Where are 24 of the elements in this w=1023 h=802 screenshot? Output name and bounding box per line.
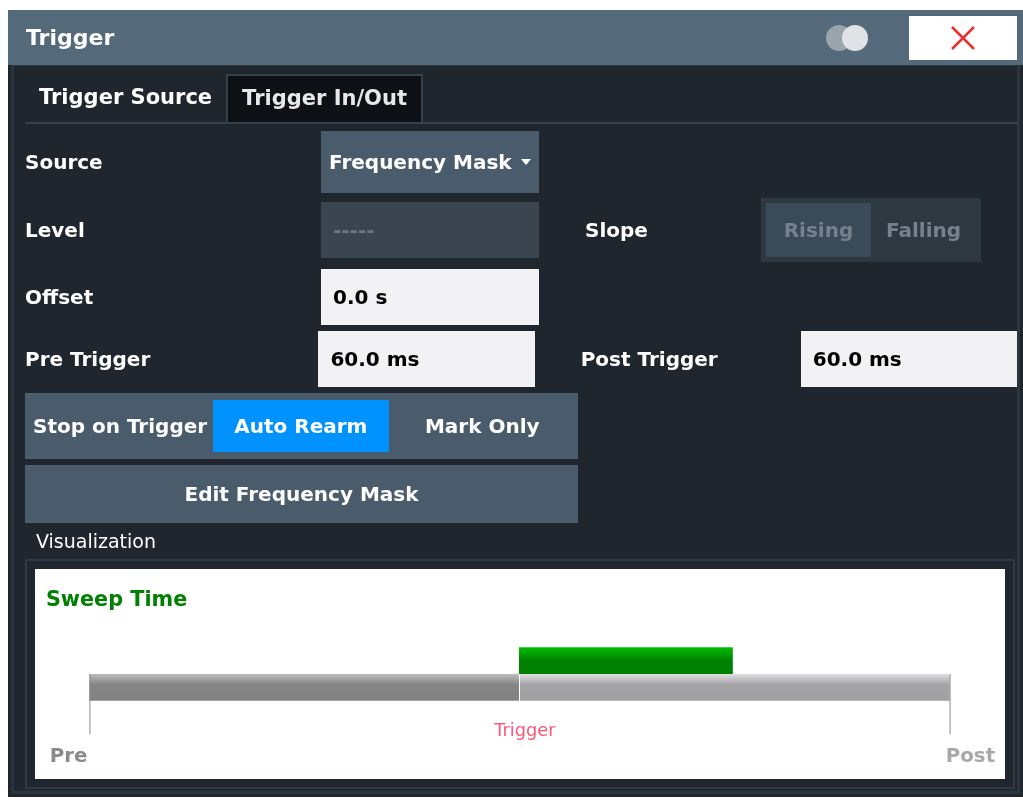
tab[interactable]: Trigger In/Out	[226, 74, 423, 122]
field-label: Pre Trigger	[25, 346, 151, 373]
chart-title: Sweep Time	[45, 586, 188, 611]
mode-option[interactable]: Mark Only	[394, 400, 570, 452]
field-label: Slope	[585, 217, 648, 244]
toggle-icon[interactable]	[825, 23, 871, 52]
input-field[interactable]: 60.0 ms	[800, 331, 1017, 387]
field-label: Level	[25, 217, 85, 244]
start-label: Pre	[49, 744, 88, 768]
edit-frequency-mask-button[interactable]: Edit Frequency Mask	[25, 465, 578, 523]
end-label: Post	[945, 744, 996, 768]
close-icon	[949, 23, 977, 52]
section-label: Visualization	[36, 529, 157, 553]
caret-icon	[521, 159, 531, 165]
field-label: Offset	[25, 284, 94, 311]
input-field[interactable]: 0.0 s	[321, 269, 539, 325]
source-dropdown[interactable]: Frequency Mask	[321, 131, 539, 193]
input-field[interactable]: 60.0 ms	[318, 331, 535, 387]
field-label: Post Trigger	[580, 346, 718, 373]
trigger-label: Trigger	[494, 719, 556, 741]
window-title: Trigger	[26, 24, 116, 52]
group-label: Stop on Trigger	[33, 413, 208, 440]
field-label: Source	[25, 149, 103, 176]
close-button[interactable]	[909, 15, 1017, 60]
